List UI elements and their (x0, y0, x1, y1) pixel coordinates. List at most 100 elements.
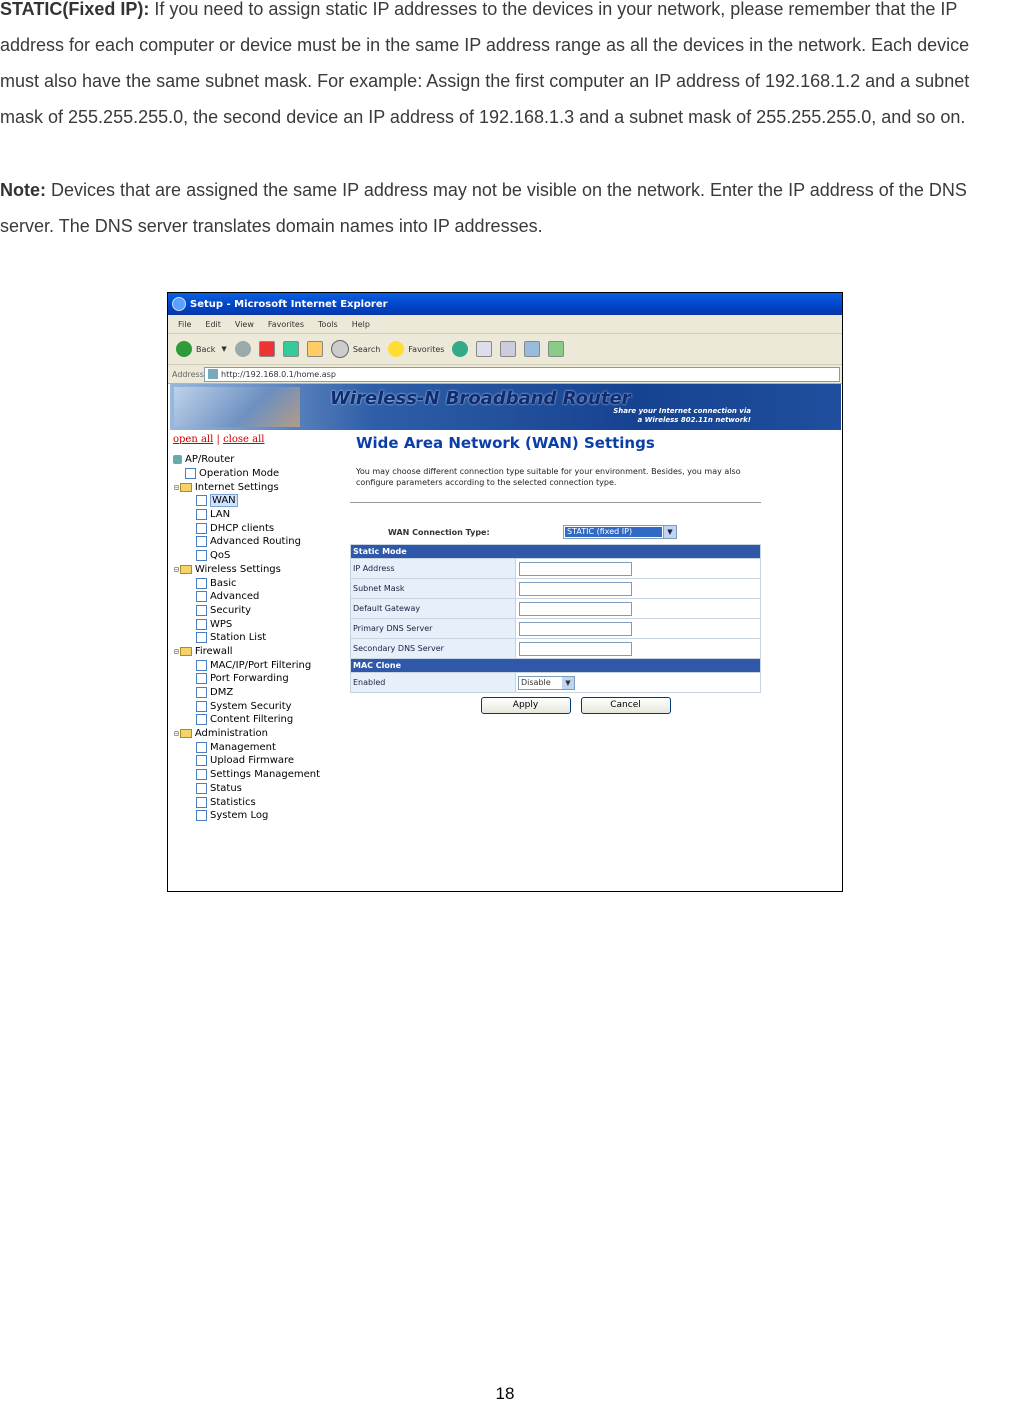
history-icon[interactable] (452, 341, 469, 357)
page-icon (196, 687, 207, 699)
tree-item-system-security-label: System Security (210, 700, 292, 712)
mac-clone-select[interactable]: Disable ▼ (518, 675, 575, 690)
nav-tree: open all | close all AP/Router Operation… (173, 434, 320, 823)
tree-item-management[interactable]: Management (173, 740, 320, 754)
default-gateway-label: Default Gateway (350, 598, 516, 619)
wan-connection-type-label: WAN Connection Type: (388, 527, 490, 537)
tree-item-system-security[interactable]: System Security (173, 699, 320, 713)
tree-administration[interactable]: ⊟ Administration (173, 727, 320, 741)
collapse-icon[interactable]: ⊟ (174, 565, 179, 574)
tree-item-status[interactable]: Status (173, 782, 320, 796)
favorites-star-icon[interactable] (388, 341, 405, 357)
collapse-icon[interactable]: ⊟ (174, 483, 179, 492)
page-icon (196, 550, 207, 562)
tree-item-advanced-routing[interactable]: Advanced Routing (173, 535, 320, 549)
home-icon[interactable] (306, 341, 323, 357)
note-label: Note: (0, 180, 46, 200)
stop-icon[interactable] (258, 341, 275, 357)
static-mode-title: Static Mode (350, 544, 761, 559)
tree-item-qos-label: QoS (210, 550, 231, 562)
page-icon (196, 769, 207, 781)
tree-wireless-settings[interactable]: ⊟ Wireless Settings (173, 563, 320, 577)
tree-item-upload-firmware[interactable]: Upload Firmware (173, 754, 320, 768)
chevron-down-icon[interactable]: ▼ (221, 345, 226, 353)
tree-item-advanced-routing-label: Advanced Routing (210, 536, 301, 548)
title-bar: Setup - Microsoft Internet Explorer (168, 293, 842, 315)
page-icon (196, 755, 207, 767)
subnet-mask-input[interactable] (519, 581, 632, 596)
default-gateway-input[interactable] (519, 601, 632, 616)
tree-operation-mode[interactable]: Operation Mode (173, 467, 320, 481)
tree-item-system-log[interactable]: System Log (173, 809, 320, 823)
tree-item-station-list[interactable]: Station List (173, 631, 320, 645)
tree-item-dmz[interactable]: DMZ (173, 686, 320, 700)
tree-item-qos[interactable]: QoS (173, 549, 320, 563)
forward-arrow-icon[interactable] (234, 341, 251, 357)
tree-item-settings-management[interactable]: Settings Management (173, 768, 320, 782)
mac-clone-header: MAC Clone (350, 658, 761, 673)
primary-dns-input[interactable] (519, 621, 632, 636)
menu-file[interactable]: File (178, 320, 191, 329)
close-all-link[interactable]: close all (223, 434, 264, 445)
subnet-mask-cell (515, 578, 761, 599)
tree-links: open all | close all (173, 434, 265, 445)
tree-item-wps[interactable]: WPS (173, 617, 320, 631)
menu-tools[interactable]: Tools (318, 320, 338, 329)
tree-item-content-filtering-label: Content Filtering (210, 714, 294, 726)
tree-item-wan-label: WAN (210, 494, 238, 508)
favorites-button[interactable]: Favorites (408, 345, 444, 354)
print-icon[interactable] (500, 341, 517, 357)
tree-item-mac-ip-port-filtering-label: MAC/IP/Port Filtering (210, 659, 312, 671)
tree-internet-settings[interactable]: ⊟ Internet Settings (173, 480, 320, 494)
menu-help[interactable]: Help (352, 320, 370, 329)
tree-item-security[interactable]: Security (173, 604, 320, 618)
tree-item-mac-ip-port-filtering[interactable]: MAC/IP/Port Filtering (173, 658, 320, 672)
collapse-icon[interactable]: ⊟ (174, 647, 179, 656)
address-input[interactable]: http://192.168.0.1/home.asp (204, 366, 840, 382)
mail-icon[interactable] (476, 341, 493, 357)
edit-icon[interactable] (524, 341, 541, 357)
chevron-down-icon[interactable]: ▼ (562, 676, 574, 689)
back-arrow-icon[interactable] (176, 341, 192, 357)
tree-item-system-log-label: System Log (210, 810, 269, 822)
default-gateway-cell (515, 598, 761, 619)
cancel-button[interactable]: Cancel (580, 697, 671, 714)
menu-view[interactable]: View (235, 320, 254, 329)
tree-item-upload-firmware-label: Upload Firmware (210, 755, 295, 767)
messenger-icon[interactable] (548, 341, 565, 357)
tree-item-content-filtering[interactable]: Content Filtering (173, 713, 320, 727)
tree-root[interactable]: AP/Router (173, 453, 320, 467)
tree-item-port-forwarding[interactable]: Port Forwarding (173, 672, 320, 686)
refresh-icon[interactable] (282, 341, 299, 357)
tree-item-statistics-label: Statistics (210, 796, 256, 808)
chevron-down-icon[interactable]: ▼ (663, 526, 676, 538)
tree-item-advanced[interactable]: Advanced (173, 590, 320, 604)
address-url[interactable]: http://192.168.0.1/home.asp (221, 370, 336, 379)
tree-item-wan[interactable]: WAN (173, 494, 320, 508)
tree-firewall[interactable]: ⊟ Firewall (173, 645, 320, 659)
search-icon[interactable] (330, 340, 349, 358)
tree-item-security-label: Security (210, 604, 252, 616)
page-number: 18 (495, 1384, 515, 1403)
page-icon (196, 522, 207, 534)
banner-tagline-line2: a Wireless 802.11n network! (637, 416, 751, 424)
tree-item-lan[interactable]: LAN (173, 508, 320, 522)
page-icon (196, 782, 207, 794)
ip-address-cell (515, 558, 761, 579)
collapse-icon[interactable]: ⊟ (174, 729, 179, 738)
menu-favorites[interactable]: Favorites (268, 320, 304, 329)
search-button[interactable]: Search (353, 345, 380, 354)
folder-icon (179, 729, 192, 739)
apply-button[interactable]: Apply (480, 697, 571, 714)
router-icon (173, 455, 182, 465)
open-all-link[interactable]: open all (173, 434, 213, 445)
back-button[interactable]: Back (196, 345, 215, 354)
menu-edit[interactable]: Edit (205, 320, 221, 329)
secondary-dns-input[interactable] (519, 641, 632, 656)
page-content: Wireless-N Broadband Router Share your I… (168, 384, 842, 891)
tree-item-dhcp-clients[interactable]: DHCP clients (173, 521, 320, 535)
wan-connection-type-select[interactable]: STATIC (fixed IP) ▼ (563, 525, 677, 539)
tree-item-statistics[interactable]: Statistics (173, 795, 320, 809)
tree-item-basic[interactable]: Basic (173, 576, 320, 590)
ip-address-input[interactable] (519, 561, 632, 576)
